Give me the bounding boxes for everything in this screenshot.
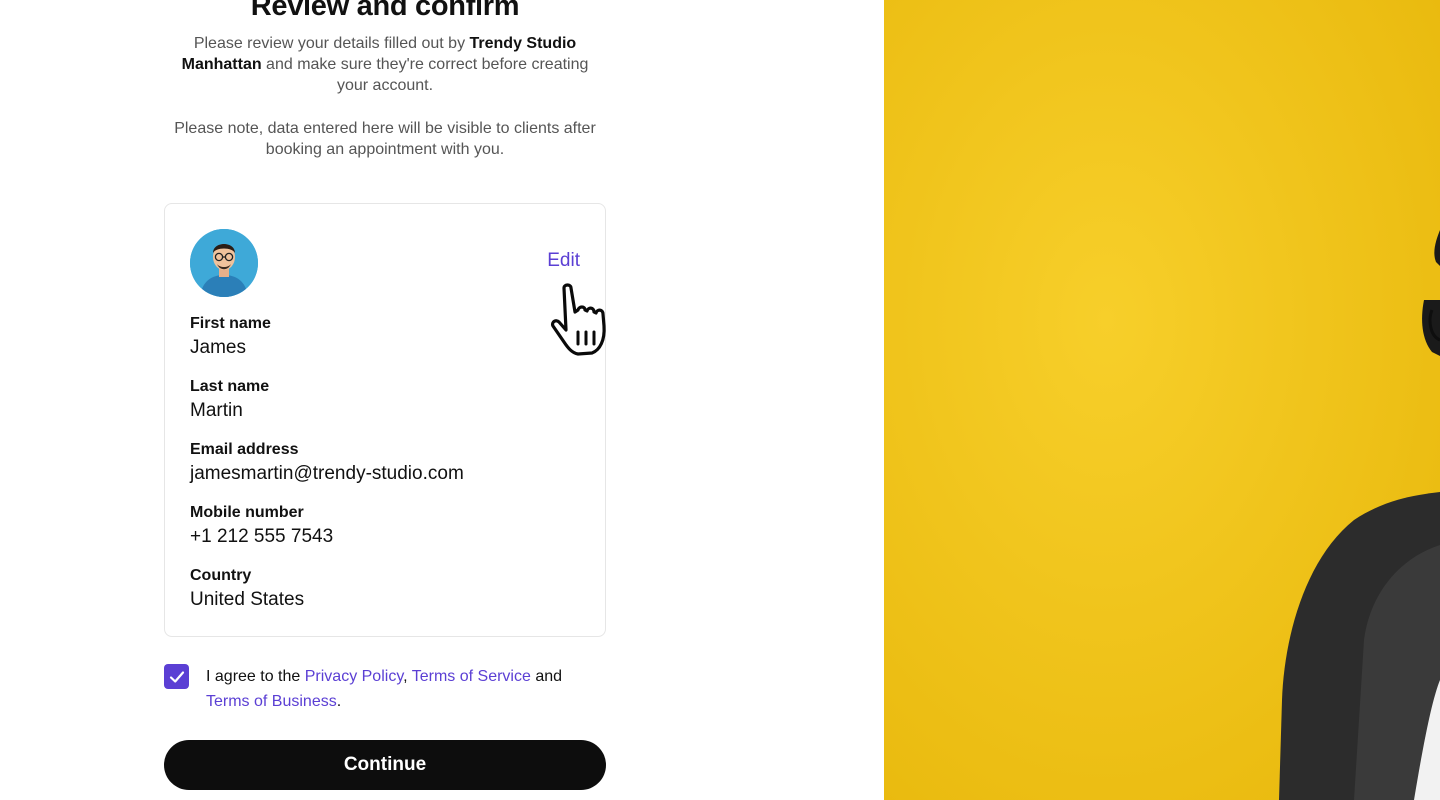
mobile-value: +1 212 555 7543 <box>190 526 334 547</box>
email-label: Email address <box>190 441 299 458</box>
hero-image <box>884 0 1440 800</box>
mobile-field: Mobile number +1 212 555 7543 <box>190 503 333 549</box>
country-field: Country United States <box>190 566 304 612</box>
profile-avatar <box>190 229 258 297</box>
first-name-value: James <box>190 337 246 358</box>
first-name-field: First name James <box>190 314 271 360</box>
email-value: jamesmartin@trendy-studio.com <box>190 463 464 484</box>
mobile-label: Mobile number <box>190 504 304 521</box>
intro-text: Please review your details filled out by… <box>164 33 606 96</box>
last-name-label: Last name <box>190 378 270 395</box>
last-name-field: Last name Martin <box>190 377 269 423</box>
continue-button[interactable]: Continue <box>164 740 606 790</box>
country-value: United States <box>190 589 305 610</box>
edit-link[interactable]: Edit <box>547 250 580 272</box>
agreement-text: I agree to the Privacy Policy, Terms of … <box>206 664 606 714</box>
agree-period: . <box>336 693 342 710</box>
agree-and: and <box>530 668 563 685</box>
checkmark-icon <box>169 670 184 683</box>
terms-of-business-link[interactable]: Terms of Business <box>206 693 337 710</box>
privacy-policy-link[interactable]: Privacy Policy <box>305 668 403 685</box>
visibility-note: Please note, data entered here will be v… <box>174 120 596 158</box>
person-avatar-icon <box>190 229 258 297</box>
last-name-value: Martin <box>190 400 243 421</box>
agree-prefix: I agree to the <box>206 668 305 685</box>
terms-of-service-link[interactable]: Terms of Service <box>412 668 531 685</box>
intro-prefix: Please review your details filled out by <box>193 35 470 52</box>
intro-suffix: and make sure they're correct before cre… <box>261 56 589 94</box>
agree-checkbox[interactable] <box>164 664 189 689</box>
hero-photo-illustration <box>884 0 1440 800</box>
agree-comma: , <box>403 668 412 685</box>
hand-pointer-icon <box>550 283 606 356</box>
first-name-label: First name <box>190 315 271 332</box>
country-label: Country <box>190 567 252 584</box>
details-card: Edit First name James Last name Martin E… <box>164 203 606 637</box>
page-title: Review and confirm <box>250 0 520 22</box>
email-field: Email address jamesmartin@trendy-studio.… <box>190 440 464 486</box>
form-pane: Review and confirm Please review your de… <box>0 0 884 800</box>
